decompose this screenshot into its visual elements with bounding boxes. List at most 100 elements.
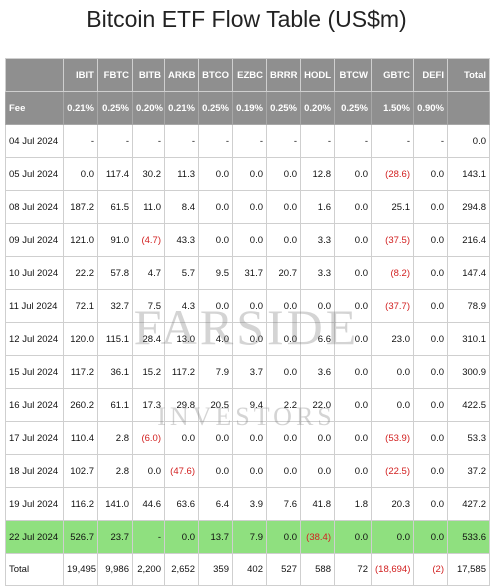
row-label-cell: 11 Jul 2024 — [5, 289, 64, 323]
value-cell: 3.9 — [232, 487, 267, 521]
value-cell: 0.90% — [413, 91, 448, 125]
value-cell: (8.2) — [371, 256, 414, 290]
value-cell: 147.4 — [447, 256, 490, 290]
row-label-cell: 19 Jul 2024 — [5, 487, 64, 521]
value-cell: 0.0 — [266, 223, 301, 257]
value-cell: 2.8 — [97, 454, 133, 488]
value-cell: 5.7 — [164, 256, 199, 290]
value-cell: 0.0 — [334, 454, 372, 488]
value-cell: (37.5) — [371, 223, 414, 257]
value-cell: 53.3 — [447, 421, 490, 455]
table-row: 05 Jul 2024 0.0 117.4 30.2 11.3 0.0 0.0 0.0 12.8… — [5, 157, 490, 191]
value-cell: 0.21% — [63, 91, 98, 125]
value-cell: 527 — [266, 553, 301, 586]
row-label-cell: Fee — [5, 91, 64, 125]
total-row: Total 19,495 9,986 2,200 2,652 359 402 527 588 72… — [5, 553, 490, 586]
value-cell: 0.0 — [266, 421, 301, 455]
value-cell: 30.2 — [132, 157, 165, 191]
value-cell: 19,495 — [63, 553, 98, 586]
value-cell: 0.0 — [198, 289, 233, 323]
value-cell: 9.4 — [232, 388, 267, 422]
column-header: BITB — [132, 58, 165, 92]
value-cell: 0.0 — [334, 421, 372, 455]
value-cell: 8.4 — [164, 190, 199, 224]
value-cell: 0.0 — [132, 454, 165, 488]
value-cell: (37.7) — [371, 289, 414, 323]
value-cell: 0.0 — [198, 190, 233, 224]
fee-row: Fee 0.21% 0.25% 0.20% 0.21% 0.25% 0.19% 0.25% 0.… — [5, 91, 490, 125]
value-cell: (47.6) — [164, 454, 199, 488]
value-cell: 402 — [232, 553, 267, 586]
value-cell: 36.1 — [97, 355, 133, 389]
value-cell: 110.4 — [63, 421, 98, 455]
value-cell: 0.0 — [371, 355, 414, 389]
value-cell: 1.6 — [300, 190, 335, 224]
value-cell: 63.6 — [164, 487, 199, 521]
column-header: BRRR — [266, 58, 301, 92]
value-cell: 0.0 — [232, 421, 267, 455]
column-header: DEFI — [413, 58, 448, 92]
value-cell: - — [413, 124, 448, 158]
value-cell: 294.8 — [447, 190, 490, 224]
value-cell: 3.7 — [232, 355, 267, 389]
value-cell: 11.0 — [132, 190, 165, 224]
value-cell: 310.1 — [447, 322, 490, 356]
column-header-date — [5, 58, 64, 92]
column-header: GBTC — [371, 58, 414, 92]
value-cell: 141.0 — [97, 487, 133, 521]
value-cell: 20.3 — [371, 487, 414, 521]
value-cell: 57.8 — [97, 256, 133, 290]
value-cell: 588 — [300, 553, 335, 586]
value-cell: 0.0 — [232, 322, 267, 356]
row-label-cell: 08 Jul 2024 — [5, 190, 64, 224]
value-cell: 0.0 — [371, 388, 414, 422]
column-header: Total — [447, 58, 490, 92]
value-cell: 4.7 — [132, 256, 165, 290]
value-cell: 0.0 — [413, 190, 448, 224]
value-cell: 0.25% — [266, 91, 301, 125]
value-cell: 43.3 — [164, 223, 199, 257]
value-cell: 0.0 — [413, 487, 448, 521]
value-cell: 2,200 — [132, 553, 165, 586]
value-cell: 13.7 — [198, 520, 233, 554]
value-cell: 0.0 — [413, 322, 448, 356]
value-cell: 0.0 — [413, 223, 448, 257]
value-cell: 0.20% — [300, 91, 335, 125]
value-cell: 6.4 — [198, 487, 233, 521]
value-cell: 0.0 — [63, 157, 98, 191]
column-header: IBIT — [63, 58, 98, 92]
value-cell: 61.1 — [97, 388, 133, 422]
value-cell: 0.0 — [164, 421, 199, 455]
value-cell: - — [371, 124, 414, 158]
value-cell: 1.50% — [371, 91, 414, 125]
etf-flow-table: IBIT FBTC BITB ARKB BTCO EZBC BRRR HODL BTCW GBTC… — [5, 58, 490, 586]
table-row: 12 Jul 2024 120.0 115.1 28.4 13.0 4.0 0.0 0.0 6.… — [5, 322, 490, 356]
value-cell: 91.0 — [97, 223, 133, 257]
row-label-cell: Total — [5, 553, 64, 586]
value-cell: 61.5 — [97, 190, 133, 224]
table-row: 10 Jul 2024 22.2 57.8 4.7 5.7 9.5 31.7 20.7 3.3 0… — [5, 256, 490, 290]
value-cell: 0.0 — [198, 157, 233, 191]
value-cell: 0.0 — [300, 454, 335, 488]
value-cell: 0.0 — [413, 454, 448, 488]
value-cell: 0.0 — [413, 157, 448, 191]
row-label-cell: 18 Jul 2024 — [5, 454, 64, 488]
value-cell: 117.2 — [164, 355, 199, 389]
value-cell: 4.0 — [198, 322, 233, 356]
table-row: 15 Jul 2024 117.2 36.1 15.2 117.2 7.9 3.7 0.0 3.… — [5, 355, 490, 389]
table-header-row: IBIT FBTC BITB ARKB BTCO EZBC BRRR HODL BTCW GBTC… — [5, 58, 490, 92]
table-row: 18 Jul 2024 102.7 2.8 0.0 (47.6) 0.0 0.0 0.0 0.0… — [5, 454, 490, 488]
value-cell: 0.0 — [334, 256, 372, 290]
value-cell: 28.4 — [132, 322, 165, 356]
value-cell: - — [198, 124, 233, 158]
value-cell: 0.25% — [198, 91, 233, 125]
value-cell: - — [63, 124, 98, 158]
value-cell: 0.0 — [198, 454, 233, 488]
value-cell: 0.21% — [164, 91, 199, 125]
value-cell: 7.9 — [232, 520, 267, 554]
value-cell: 9,986 — [97, 553, 133, 586]
value-cell: (38.4) — [300, 520, 335, 554]
value-cell: 115.1 — [97, 322, 133, 356]
value-cell: - — [334, 124, 372, 158]
value-cell: 0.0 — [300, 421, 335, 455]
